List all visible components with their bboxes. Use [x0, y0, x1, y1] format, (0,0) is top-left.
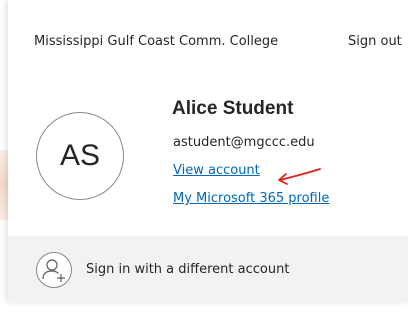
account-header: Mississippi Gulf Coast Comm. College Sig…: [34, 34, 408, 54]
red-arrow-annotation: [278, 168, 321, 185]
user-display-name: Alice Student: [172, 98, 294, 119]
background-edge: [0, 150, 8, 220]
add-person-icon: [36, 252, 72, 288]
sign-out-button[interactable]: Sign out: [348, 34, 402, 49]
microsoft-365-profile-link[interactable]: My Microsoft 365 profile: [173, 191, 329, 206]
user-email: astudent@mgccc.edu: [173, 135, 315, 150]
account-manager-flyout: Mississippi Gulf Coast Comm. College Sig…: [8, 0, 408, 302]
avatar: AS: [36, 112, 124, 200]
sign-in-different-account-label: Sign in with a different account: [86, 262, 290, 277]
sign-in-different-account-button[interactable]: Sign in with a different account: [8, 236, 408, 302]
organization-name: Mississippi Gulf Coast Comm. College: [34, 34, 279, 49]
avatar-initials: AS: [59, 139, 101, 172]
view-account-link[interactable]: View account: [173, 163, 260, 178]
